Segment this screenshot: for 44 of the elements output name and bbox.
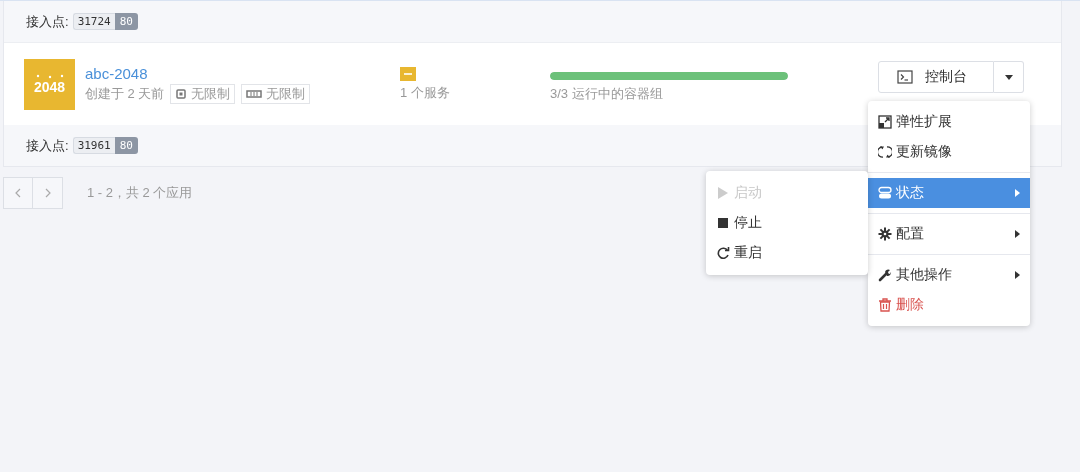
- menu-item[interactable]: 配置: [868, 219, 1030, 249]
- previous-page-button[interactable]: [3, 177, 33, 209]
- trash-icon: [878, 298, 892, 312]
- endpoint-label: 接入点:: [26, 12, 69, 31]
- memory-limit-tag: 无限制: [241, 83, 311, 104]
- chevron-right-icon: [44, 188, 51, 198]
- target-port-tag: 80: [114, 13, 138, 30]
- submenu-arrow-icon: [1015, 189, 1020, 197]
- service-logo-icon: [400, 66, 416, 81]
- submenu-arrow-icon: [1015, 271, 1020, 279]
- cpu-limit-tag: 无限制: [170, 83, 236, 104]
- endpoint-label: 接入点:: [26, 136, 69, 155]
- menu-item[interactable]: 更新镜像: [868, 137, 1030, 167]
- service-count: 1 个服务: [400, 83, 450, 102]
- menu-item[interactable]: 删除: [868, 290, 1030, 320]
- target-port-tag: 80: [114, 137, 138, 154]
- console-button[interactable]: 控制台: [878, 61, 994, 93]
- stop-icon: [716, 216, 730, 230]
- logo-text: 2048: [33, 79, 66, 95]
- created-time: 创建于 2 天前: [85, 84, 165, 103]
- dropdown-button[interactable]: [994, 61, 1024, 93]
- terminal-icon: [897, 70, 913, 84]
- menu-item[interactable]: 弹性扩展: [868, 107, 1030, 137]
- port-tag: 31724: [72, 13, 115, 30]
- chevron-left-icon: [15, 188, 21, 198]
- dots-icon: [34, 73, 65, 79]
- restart-icon: [716, 246, 730, 260]
- caret-icon: [1004, 74, 1013, 80]
- menu-item[interactable]: 其他操作: [868, 260, 1030, 290]
- submenu-item[interactable]: 重启: [706, 238, 868, 268]
- pagination-summary: 1 - 2，共 2 个应用: [87, 184, 193, 202]
- pod-status: 3/3 运行中的容器组: [550, 84, 664, 103]
- next-page-button[interactable]: [33, 177, 63, 209]
- submenu-item[interactable]: 停止: [706, 208, 868, 238]
- port-tag: 31961: [72, 137, 115, 154]
- gear-icon: [878, 227, 892, 241]
- play-icon: [716, 186, 730, 200]
- wrench-icon: [878, 268, 892, 282]
- refresh-icon: [878, 145, 892, 159]
- memory-icon: [246, 88, 263, 99]
- resize-icon: [878, 115, 892, 129]
- submenu-arrow-icon: [1015, 230, 1020, 238]
- chip-icon: [175, 87, 188, 100]
- toggle-icon: [878, 186, 892, 200]
